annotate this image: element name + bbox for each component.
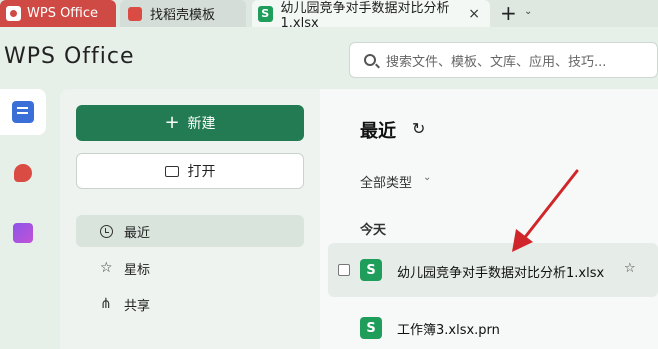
wps-logo-icon (6, 6, 21, 21)
refresh-icon[interactable]: ↻ (412, 119, 425, 138)
rail-documents[interactable] (0, 89, 46, 135)
new-tab-button[interactable]: + (500, 2, 517, 24)
spreadsheet-icon: S (360, 317, 382, 339)
tab-label: WPS Office (27, 6, 99, 21)
page-title: 最近 (360, 121, 396, 142)
apps-icon (13, 223, 33, 243)
star-icon: ☆ (100, 260, 113, 276)
clock-icon (100, 224, 113, 238)
search-placeholder: 搜索文件、模板、文库、应用、技巧... (386, 54, 607, 70)
sidebar-item-shared[interactable]: ⋔ 共享 (76, 288, 304, 320)
docer-icon (128, 6, 142, 21)
sidebar-item-label: 最近 (124, 225, 151, 241)
tab-label: 找稻壳模板 (150, 8, 216, 23)
chevron-down-icon[interactable]: ⌄ (524, 6, 532, 17)
file-name[interactable]: 幼儿园竞争对手数据对比分析1.xlsx (397, 262, 604, 281)
tab-wps-office[interactable]: WPS Office (0, 0, 116, 27)
tab-spreadsheet[interactable]: S 幼儿园竞争对手数据对比分析1.xlsx × (252, 0, 490, 31)
tab-label: 幼儿园竞争对手数据对比分析1.xlsx (280, 0, 450, 31)
spreadsheet-icon: S (360, 259, 382, 281)
chevron-down-icon[interactable]: ⌄ (423, 172, 431, 183)
sidebar-item-label: 共享 (124, 298, 151, 314)
docer-icon (14, 164, 32, 182)
sidebar-item-starred[interactable]: ☆ 星标 (76, 252, 304, 284)
tab-template[interactable]: 找稻壳模板 (120, 0, 246, 27)
new-button-label: 新建 (187, 116, 216, 132)
share-icon: ⋔ (100, 296, 112, 312)
close-icon[interactable]: × (468, 6, 480, 22)
new-button[interactable]: + 新建 (76, 105, 304, 141)
group-header: 今天 (360, 223, 387, 238)
open-button-label: 打开 (187, 164, 216, 180)
folder-icon (164, 165, 179, 177)
sidebar-item-recent[interactable]: 最近 (76, 215, 304, 247)
type-filter-dropdown[interactable]: 全部类型 (360, 172, 412, 191)
file-name[interactable]: 工作簿3.xlsx.prn (397, 319, 500, 338)
sidebar-item-label: 星标 (124, 262, 151, 278)
rail-docer[interactable] (0, 150, 46, 196)
file-checkbox[interactable] (338, 264, 350, 276)
documents-icon (12, 101, 34, 123)
spreadsheet-icon: S (258, 5, 273, 22)
plus-icon: + (164, 112, 180, 133)
search-input[interactable]: 搜索文件、模板、文库、应用、技巧... (349, 42, 658, 78)
brand-title: WPS Office (4, 44, 135, 69)
open-button[interactable]: 打开 (76, 153, 304, 189)
star-icon[interactable]: ☆ (624, 261, 636, 276)
tab-bar: WPS Office 找稻壳模板 S 幼儿园竞争对手数据对比分析1.xlsx ×… (0, 0, 658, 31)
search-icon (364, 54, 376, 66)
rail-apps[interactable] (0, 210, 46, 256)
